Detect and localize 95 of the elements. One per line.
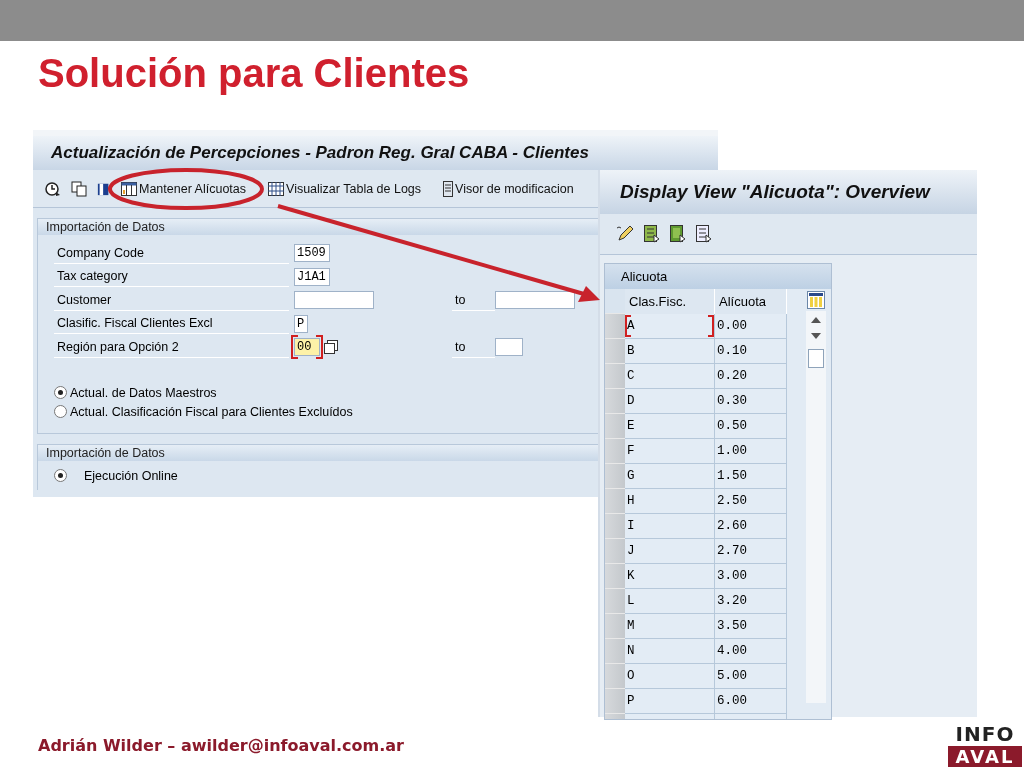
option-label: Ejecución Online <box>84 468 178 483</box>
row-selector[interactable] <box>605 614 625 639</box>
table-cell: 0.10 <box>715 339 787 364</box>
table-cell: L <box>625 589 715 614</box>
table-cell: H <box>625 489 715 514</box>
grid-icon <box>268 181 284 196</box>
table-cell: 6.00 <box>715 689 787 714</box>
radio-button[interactable] <box>54 405 67 418</box>
row-selector[interactable] <box>605 464 625 489</box>
value-help-icon[interactable] <box>324 340 338 355</box>
field-label: Tax category <box>54 266 289 288</box>
row-selector[interactable] <box>605 414 625 439</box>
table-cell: K <box>625 564 715 589</box>
option-label: Actual. Clasificación Fiscal para Clientes Excluídos <box>70 404 353 419</box>
row-selector[interactable] <box>605 514 625 539</box>
table-title: Alicuota <box>621 269 668 284</box>
row-selector[interactable] <box>605 664 625 689</box>
scroll-thumb[interactable] <box>808 349 824 368</box>
row-selector[interactable] <box>605 639 625 664</box>
field-label: Customer <box>54 289 289 311</box>
row-selector[interactable] <box>605 364 625 389</box>
list-icon[interactable] <box>644 225 660 243</box>
list-icon[interactable] <box>670 225 686 243</box>
clock-icon[interactable] <box>45 180 61 197</box>
window-title: Actualización de Percepciones - Padron Reg. Gral CABA - Clientes <box>51 143 589 163</box>
table-cell: 0.20 <box>715 364 787 389</box>
table-cell: I <box>625 514 715 539</box>
scrollbar[interactable] <box>806 311 826 703</box>
row-selector[interactable] <box>605 439 625 464</box>
table-cell: A <box>625 314 715 339</box>
table-cell: D <box>625 389 715 414</box>
window-title: Display View "Alicuota": Overview <box>620 181 930 203</box>
table-cell: 2.50 <box>715 489 787 514</box>
table-cell: 2.70 <box>715 539 787 564</box>
focus-bracket <box>291 335 298 360</box>
table-cell: F <box>625 439 715 464</box>
scroll-up-icon[interactable] <box>811 317 821 323</box>
slide-title: Solución para Clientes <box>38 50 471 97</box>
radio-button[interactable] <box>54 386 67 399</box>
input-field[interactable] <box>495 291 575 310</box>
toolbar-button[interactable]: Visualizar Tabla de Logs <box>268 181 434 196</box>
footer-text: Adrián Wilder – awilder@infoaval.com.ar <box>38 736 404 755</box>
table-cell: 0.30 <box>715 389 787 414</box>
table-cell: 3.20 <box>715 589 787 614</box>
row-selector[interactable] <box>605 589 625 614</box>
input-field[interactable]: J1A1 <box>294 267 330 286</box>
table-cell: B <box>625 339 715 364</box>
group-title: Importación de Datos <box>46 220 165 234</box>
logo: INFO AVAL <box>948 722 1022 767</box>
row-selector[interactable] <box>605 689 625 714</box>
table-cell: 3.00 <box>715 564 787 589</box>
list-icon[interactable] <box>696 225 712 243</box>
input-field[interactable]: 1509 <box>294 244 330 263</box>
table-cell: C <box>625 364 715 389</box>
input-field[interactable] <box>294 291 374 310</box>
pencil-icon[interactable] <box>616 225 634 243</box>
table-cell: P <box>625 689 715 714</box>
table-cell: J <box>625 539 715 564</box>
row-selector[interactable] <box>605 314 625 339</box>
row-selector[interactable] <box>605 539 625 564</box>
table-cell: 2.60 <box>715 514 787 539</box>
document-icon <box>443 180 454 197</box>
row-selector[interactable] <box>605 564 625 589</box>
column-header[interactable]: Clas.Fisc. <box>625 289 715 314</box>
table-cell: 1.00 <box>715 439 787 464</box>
table-icon <box>121 181 137 196</box>
table-cell: 0.50 <box>715 414 787 439</box>
column-header[interactable]: Alícuota <box>715 289 787 314</box>
field-label: Company Code <box>54 242 289 264</box>
option-label: Actual. de Datos Maestros <box>70 385 217 400</box>
table-cell: N <box>625 639 715 664</box>
group-title: Importación de Datos <box>46 445 165 460</box>
table-cell: 1.50 <box>715 464 787 489</box>
toolbar-button[interactable]: Visor de modificacion <box>443 180 586 197</box>
table-cell: 4.00 <box>715 639 787 664</box>
table-cell: G <box>625 464 715 489</box>
table-cell: 5.00 <box>715 664 787 689</box>
copy-icon[interactable] <box>71 180 87 197</box>
row-selector[interactable] <box>605 339 625 364</box>
table-cell: 3.50 <box>715 614 787 639</box>
row-selector[interactable] <box>605 489 625 514</box>
table-cell: E <box>625 414 715 439</box>
toolbar-button[interactable]: Mantener Alícuotas <box>121 181 258 196</box>
field-label: Clasific. Fiscal Clientes Excl <box>54 313 289 335</box>
table-cell: O <box>625 664 715 689</box>
input-field[interactable] <box>495 338 523 357</box>
column-settings-icon[interactable] <box>807 291 825 309</box>
input-field[interactable]: P <box>294 314 308 333</box>
radio-button[interactable] <box>54 469 67 482</box>
row-selector[interactable] <box>605 389 625 414</box>
input-field[interactable]: 00 <box>294 338 320 357</box>
scroll-down-icon[interactable] <box>811 333 821 339</box>
field-label: Región para Opción 2 <box>54 336 289 358</box>
table-cell: 0.00 <box>715 314 787 339</box>
table-cell: M <box>625 614 715 639</box>
